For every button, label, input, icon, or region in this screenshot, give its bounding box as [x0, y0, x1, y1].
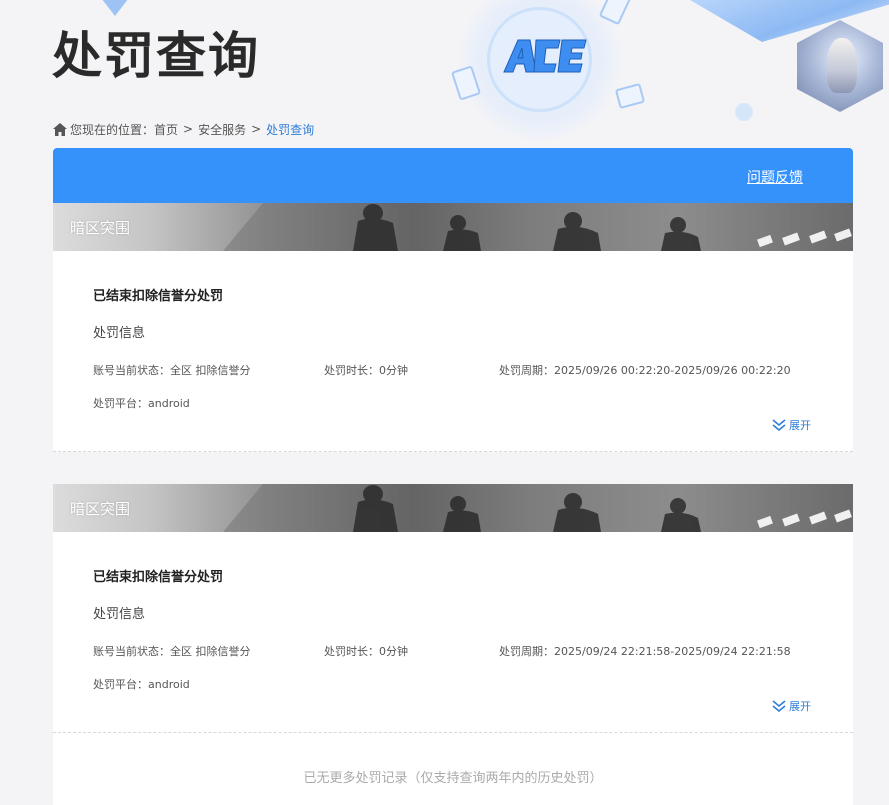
- ace-logo: [503, 39, 587, 73]
- breadcrumb-security-link[interactable]: 安全服务: [198, 121, 246, 138]
- page-title: 处罚查询: [52, 27, 260, 85]
- no-more-records-note: 已无更多处罚记录（仅支持查询两年内的历史处罚）: [303, 771, 603, 786]
- breadcrumb: 您现在的位置： 首页 > 安全服务 > 处罚查询: [53, 121, 314, 137]
- banner-soldiers-art: [223, 203, 853, 251]
- decorative-triangle-left: [98, 0, 132, 16]
- breadcrumb-separator: >: [183, 122, 194, 136]
- character-avatar: [797, 20, 883, 112]
- account-status: 账号当前状态：全区 扣除信誉分: [93, 645, 251, 658]
- record-gap: [53, 452, 853, 485]
- records-panel: 问题反馈 暗区突围 已结束扣除信誉分处罚 处罚信息 账号当前状态：全区 扣除信誉…: [53, 148, 853, 805]
- punishment-platform: 处罚平台：android: [93, 397, 190, 410]
- banner-soldiers-art: [223, 484, 853, 532]
- punishment-record: 暗区突围 已结束扣除信誉分处罚 处罚信息 账号当前状态：全区 扣除信誉分 处罚时…: [53, 484, 853, 765]
- breadcrumb-home-link[interactable]: 首页: [154, 121, 178, 138]
- decorative-dot: [735, 103, 753, 121]
- double-chevron-down-icon: [772, 419, 786, 431]
- game-name: 暗区突围: [70, 219, 131, 237]
- breadcrumb-separator: >: [251, 122, 262, 136]
- record-status: 已结束扣除信誉分处罚: [93, 289, 224, 304]
- expand-label: 展开: [789, 700, 811, 713]
- record-info-title: 处罚信息: [93, 607, 146, 622]
- punishment-platform: 处罚平台：android: [93, 678, 190, 691]
- punishment-period: 处罚周期：2025/09/26 00:22:20-2025/09/26 00:2…: [499, 364, 791, 377]
- record-divider: [53, 732, 853, 733]
- game-name: 暗区突围: [70, 500, 131, 518]
- punishment-period: 处罚周期：2025/09/24 22:21:58-2025/09/24 22:2…: [499, 645, 791, 658]
- feedback-link[interactable]: 问题反馈: [747, 167, 803, 187]
- expand-label: 展开: [789, 419, 811, 432]
- punishment-duration: 处罚时长：0分钟: [324, 364, 408, 377]
- breadcrumb-current: 处罚查询: [266, 122, 315, 137]
- breadcrumb-prefix: 您现在的位置：: [70, 122, 155, 137]
- double-chevron-down-icon: [772, 700, 786, 712]
- record-status: 已结束扣除信誉分处罚: [93, 570, 224, 585]
- home-icon: [53, 122, 67, 136]
- game-banner: 暗区突围: [53, 484, 853, 532]
- expand-button[interactable]: 展开: [772, 698, 811, 714]
- punishment-duration: 处罚时长：0分钟: [324, 645, 408, 658]
- punishment-record: 暗区突围 已结束扣除信誉分处罚 处罚信息 账号当前状态：全区 扣除信誉分 处罚时…: [53, 203, 853, 485]
- account-status: 账号当前状态：全区 扣除信誉分: [93, 364, 251, 377]
- expand-button[interactable]: 展开: [772, 417, 811, 433]
- panel-header-bar: 问题反馈: [53, 148, 853, 203]
- record-info-title: 处罚信息: [93, 326, 146, 341]
- game-banner: 暗区突围: [53, 203, 853, 251]
